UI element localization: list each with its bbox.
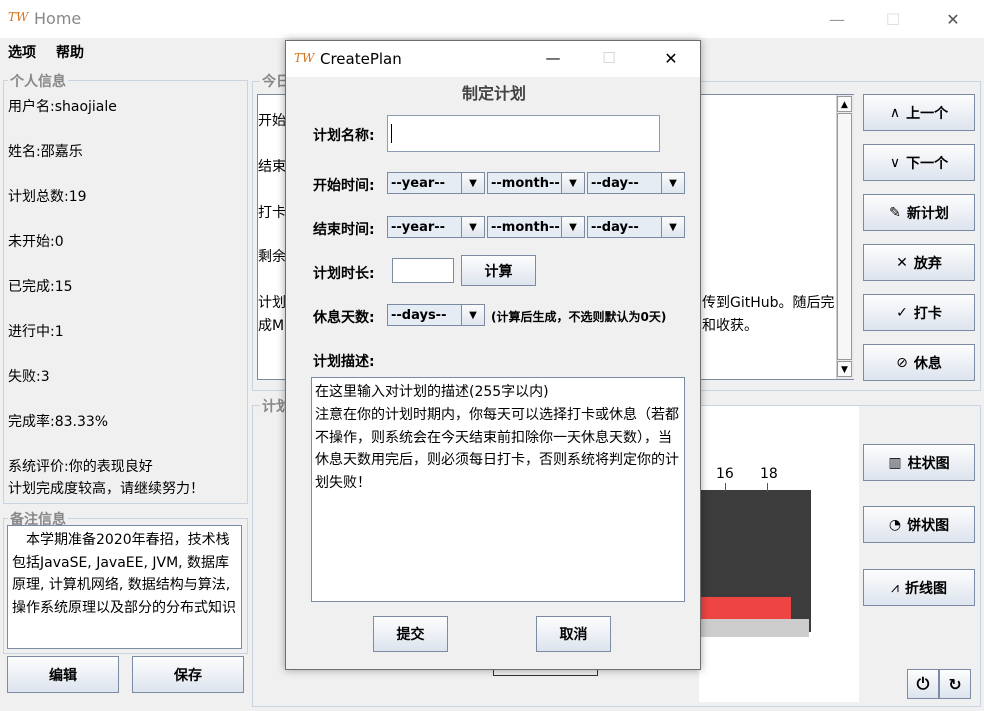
description-textarea[interactable]: 在这里输入对计划的描述(255字以内) 注意在你的计划时期内，你每天可以选择打卡…	[311, 377, 685, 602]
today-end-label: 结束	[258, 159, 286, 175]
pie-chart-icon: ◔	[888, 516, 902, 533]
calculate-button[interactable]: 计算	[461, 255, 536, 286]
today-plan-text-right-2: 和收获。	[702, 318, 758, 334]
line-chart-icon: ⩘	[891, 579, 899, 596]
duration-label: 计划时长:	[313, 266, 375, 282]
rest-days-hint: (计算后生成，不选则默认为0天)	[491, 310, 667, 324]
start-month-select[interactable]: --month-- ▼	[487, 172, 585, 194]
today-plan-label: 计划	[258, 295, 286, 311]
today-remaining-label: 剩余	[258, 249, 286, 265]
minimize-button[interactable]: —	[814, 0, 860, 38]
scroll-up-icon[interactable]: ▲	[837, 96, 852, 112]
chart-tick-18: 18	[760, 466, 778, 482]
scroll-down-icon[interactable]: ▼	[837, 361, 852, 377]
chart-base	[699, 619, 809, 637]
username-text: 用户名:shaojiale	[8, 99, 117, 115]
x-icon: ✕	[896, 254, 908, 271]
cancel-button[interactable]: 取消	[536, 616, 611, 652]
line-chart-button[interactable]: ⩘ 折线图	[863, 569, 975, 606]
dialog-heading: 制定计划	[462, 84, 527, 103]
dropdown-arrow-icon: ▼	[461, 305, 484, 325]
dropdown-arrow-icon: ▼	[661, 173, 684, 193]
pen-icon: ✎	[889, 204, 901, 221]
dialog-maximize-button[interactable]: ☐	[594, 49, 624, 67]
end-year-select[interactable]: --year-- ▼	[387, 216, 485, 238]
dialog-close-button[interactable]: ✕	[656, 49, 686, 68]
notes-textarea[interactable]: 本学期准备2020年春招，技术栈包括JavaSE, JavaEE, JVM, 数…	[7, 525, 242, 649]
abandon-button[interactable]: ✕ 放弃	[863, 244, 975, 281]
create-plan-dialog: TW CreatePlan — ☐ ✕ 制定计划 计划名称: 开始时间: --y…	[285, 40, 701, 670]
dropdown-arrow-icon: ▼	[661, 217, 684, 237]
today-plan-text-right-1: 传到GitHub。随后完	[702, 295, 835, 311]
rest-days-select[interactable]: --days-- ▼	[387, 304, 485, 326]
submit-button[interactable]: 提交	[373, 616, 448, 652]
bar-chart-icon: ▥	[888, 454, 902, 471]
completion-rate-text: 完成率:83.33%	[8, 414, 109, 430]
chevron-up-icon: ∧	[889, 104, 901, 121]
chart-tick-16: 16	[716, 466, 734, 482]
app-logo-icon: TW	[8, 10, 29, 24]
chart-bar	[699, 597, 791, 619]
power-icon: ⏻	[916, 674, 930, 693]
rest-button[interactable]: ⊘ 休息	[863, 344, 975, 381]
today-start-label: 开始	[258, 113, 286, 129]
dialog-logo-icon: TW	[294, 51, 315, 65]
not-started-text: 未开始:0	[8, 234, 64, 250]
end-month-select[interactable]: --month-- ▼	[487, 216, 585, 238]
completed-text: 已完成:15	[8, 279, 73, 295]
chart-tick-mark	[725, 483, 726, 492]
dropdown-arrow-icon: ▼	[561, 217, 584, 237]
duration-field	[392, 258, 454, 283]
chevron-down-icon: ∨	[889, 154, 901, 171]
rest-days-label: 休息天数:	[313, 310, 375, 326]
dropdown-arrow-icon: ▼	[461, 173, 484, 193]
menu-options[interactable]: 选项	[8, 42, 36, 62]
dropdown-arrow-icon: ▼	[461, 217, 484, 237]
evaluation-text: 系统评价:你的表现良好	[8, 459, 153, 475]
refresh-button[interactable]: ↻	[939, 669, 971, 699]
realname-text: 姓名:邵嘉乐	[8, 144, 83, 160]
dialog-minimize-button[interactable]: —	[538, 49, 568, 67]
previous-button[interactable]: ∧ 上一个	[863, 94, 975, 131]
end-time-label: 结束时间:	[313, 222, 375, 238]
start-year-select[interactable]: --year-- ▼	[387, 172, 485, 194]
refresh-icon: ↻	[948, 674, 962, 694]
check-icon: ✓	[896, 304, 908, 321]
today-checkin-label: 打卡	[258, 205, 286, 221]
start-time-label: 开始时间:	[313, 178, 375, 194]
plan-name-input[interactable]	[387, 115, 660, 152]
evaluation-comment-text: 计划完成度较高，请继续努力！	[8, 481, 204, 497]
dropdown-arrow-icon: ▼	[561, 173, 584, 193]
save-button[interactable]: 保存	[132, 656, 244, 693]
window-title: Home	[34, 9, 82, 28]
chart-tick-mark	[767, 483, 768, 492]
in-progress-text: 进行中:1	[8, 324, 64, 340]
maximize-button[interactable]: ☐	[870, 0, 916, 38]
menu-help[interactable]: 帮助	[56, 42, 84, 62]
end-day-select[interactable]: --day-- ▼	[587, 216, 685, 238]
pie-chart-button[interactable]: ◔ 饼状图	[863, 506, 975, 543]
power-button[interactable]: ⏻	[907, 669, 939, 699]
scroll-thumb[interactable]	[837, 113, 852, 360]
dialog-title: CreatePlan	[320, 50, 402, 68]
link-icon: ⊘	[896, 354, 908, 371]
next-button[interactable]: ∨ 下一个	[863, 144, 975, 181]
new-plan-button[interactable]: ✎ 新计划	[863, 194, 975, 231]
total-plans-text: 计划总数:19	[8, 189, 87, 205]
close-button[interactable]: ✕	[930, 0, 976, 38]
personal-info-title: 个人信息	[8, 71, 68, 91]
plan-name-label: 计划名称:	[313, 128, 375, 144]
text-cursor	[391, 124, 392, 143]
description-label: 计划描述:	[313, 354, 375, 370]
start-day-select[interactable]: --day-- ▼	[587, 172, 685, 194]
today-plan-text-left: 成M	[258, 318, 285, 334]
failed-text: 失败:3	[8, 369, 50, 385]
checkin-button[interactable]: ✓ 打卡	[863, 294, 975, 331]
bar-chart-button[interactable]: ▥ 柱状图	[863, 444, 975, 481]
edit-button[interactable]: 编辑	[7, 656, 119, 693]
